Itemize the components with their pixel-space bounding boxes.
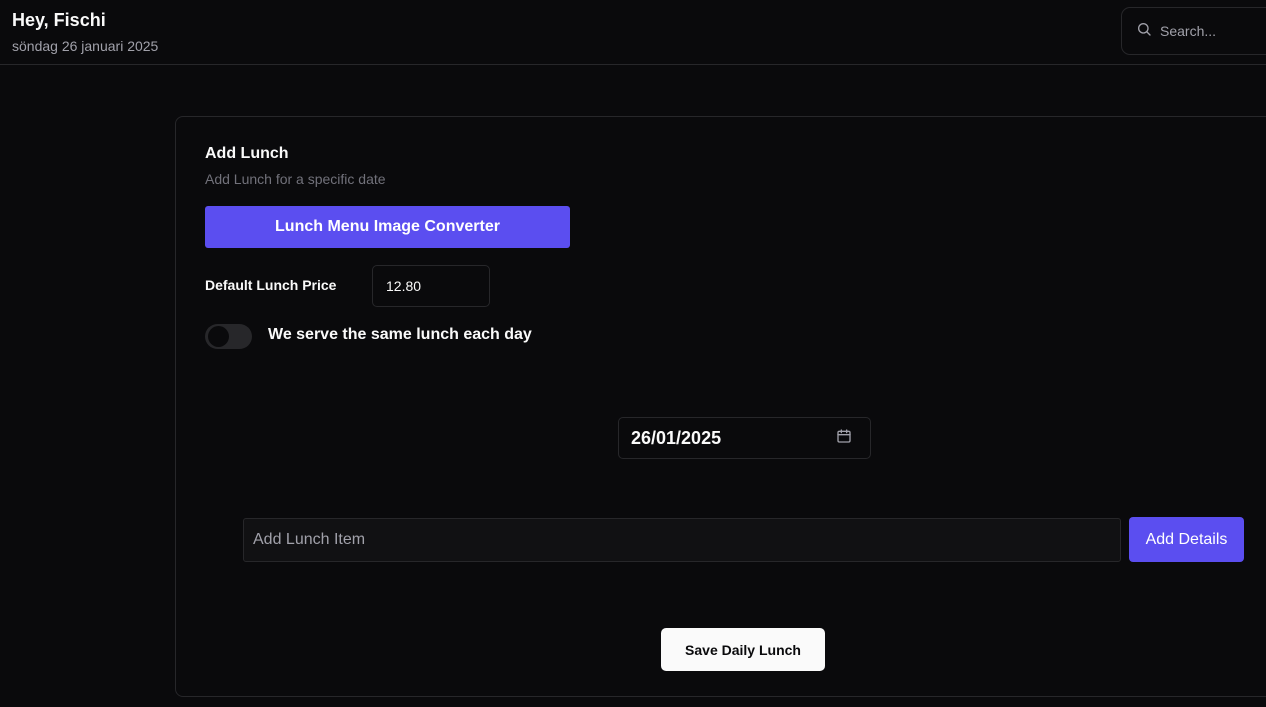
same-lunch-toggle-label: We serve the same lunch each day xyxy=(268,326,532,343)
lunch-menu-image-converter-button[interactable]: Lunch Menu Image Converter xyxy=(205,206,570,248)
search-box[interactable] xyxy=(1121,7,1266,55)
same-lunch-toggle[interactable] xyxy=(205,324,252,349)
search-input[interactable] xyxy=(1160,23,1260,39)
date-picker[interactable]: 26/01/2025 xyxy=(618,417,871,459)
lunch-item-input[interactable] xyxy=(243,518,1121,562)
save-daily-lunch-button[interactable]: Save Daily Lunch xyxy=(661,628,825,671)
add-details-button[interactable]: Add Details xyxy=(1129,517,1244,562)
card-title: Add Lunch xyxy=(205,145,289,162)
current-date: söndag 26 januari 2025 xyxy=(12,38,159,54)
add-lunch-card: Add Lunch Add Lunch for a specific date … xyxy=(175,116,1266,697)
page-header: Hey, Fischi söndag 26 januari 2025 xyxy=(0,0,1266,65)
greeting-title: Hey, Fischi xyxy=(12,10,106,30)
calendar-icon[interactable] xyxy=(836,428,852,449)
default-lunch-price-input[interactable] xyxy=(372,265,490,307)
toggle-knob xyxy=(208,326,229,347)
default-lunch-price-label: Default Lunch Price xyxy=(205,277,337,293)
date-picker-value: 26/01/2025 xyxy=(631,427,722,448)
search-icon xyxy=(1136,21,1152,42)
card-description: Add Lunch for a specific date xyxy=(205,171,386,187)
